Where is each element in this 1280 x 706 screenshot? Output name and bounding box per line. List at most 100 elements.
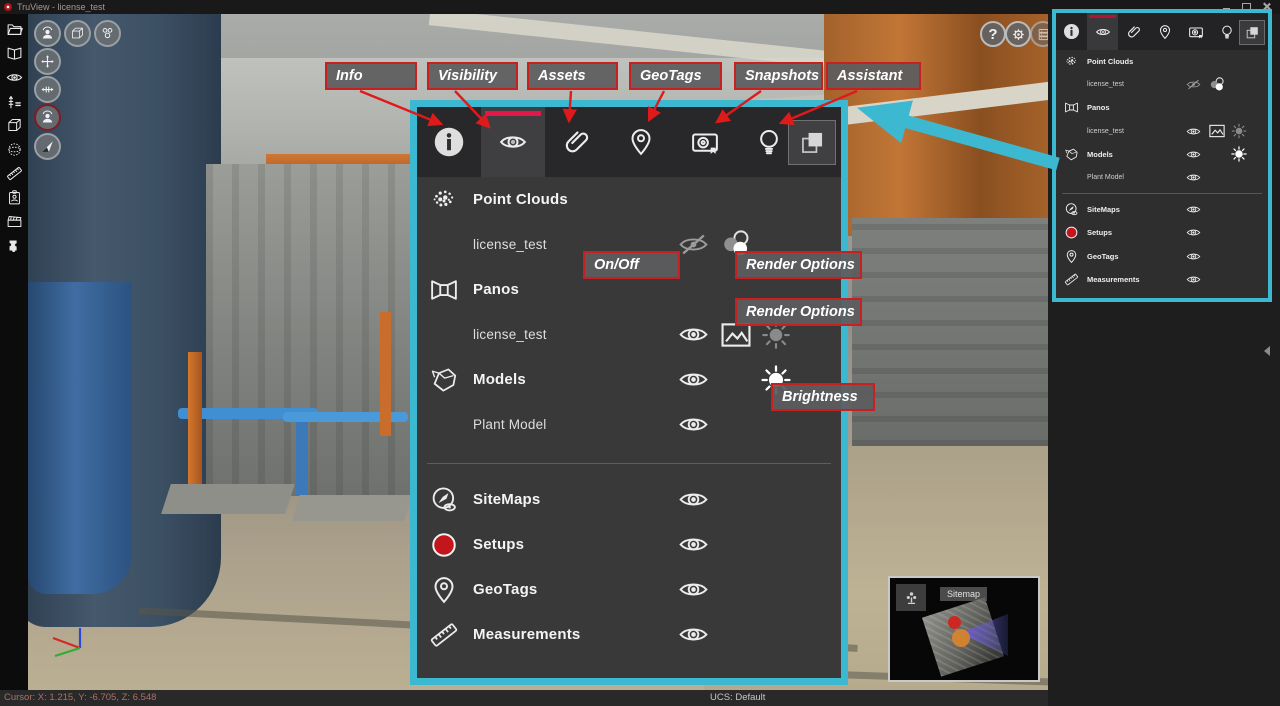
visibility-toggle-on[interactable] [1182, 225, 1204, 240]
coordinates-tool-icon[interactable] [6, 93, 23, 110]
question-icon: ? [988, 27, 997, 42]
ucs-label: UCS: Default [710, 690, 765, 706]
visibility-toggle-on[interactable] [673, 409, 713, 440]
person-icon [40, 26, 55, 41]
limit-box-icon[interactable] [6, 141, 23, 158]
row-geotags: GeoTags [417, 567, 841, 612]
tab-geotags[interactable] [1149, 13, 1180, 50]
lightbulb-icon [754, 127, 784, 157]
visibility-toggle-on[interactable] [673, 484, 713, 515]
tab-visibility[interactable] [1087, 13, 1118, 50]
eye-on-icon [678, 529, 709, 560]
eye-on-icon [1186, 272, 1201, 287]
pano-icon [1064, 100, 1079, 115]
eye-on-icon [1186, 147, 1201, 162]
tab-snapshots[interactable] [1180, 13, 1211, 50]
tab-geotags[interactable] [609, 107, 673, 177]
callout-brightness: Brightness [771, 383, 875, 411]
pano-view-icon[interactable] [6, 45, 23, 62]
tab-assets[interactable] [545, 107, 609, 177]
eye-on-icon [678, 574, 709, 605]
row-point-clouds: Point Clouds [417, 177, 841, 222]
geotag-pin-icon [1064, 249, 1079, 264]
visibility-toggle-on[interactable] [1182, 170, 1204, 185]
pano-render-options-button[interactable] [1208, 122, 1226, 140]
tab-info[interactable] [417, 107, 481, 177]
cube-mode-button[interactable] [64, 20, 91, 47]
pan-button[interactable] [34, 48, 61, 75]
ruler-icon [429, 620, 459, 650]
visibility-toggle-on[interactable] [673, 364, 713, 395]
tab-snapshots[interactable] [673, 107, 737, 177]
brightness-button[interactable] [1230, 145, 1248, 163]
undock-panel-button[interactable] [788, 120, 836, 165]
open-project-icon[interactable] [6, 21, 23, 38]
tab-assets[interactable] [1118, 13, 1149, 50]
eye-on-icon [1186, 249, 1201, 264]
visibility-toggle-on[interactable] [1182, 147, 1204, 162]
callout-render-options-pointcloud: Render Options [735, 251, 862, 279]
sitemap-minimap[interactable]: Sitemap [888, 576, 1040, 682]
camera-icon [1188, 24, 1204, 40]
callout-snapshots: Snapshots [734, 62, 823, 90]
snapshot-tool-icon[interactable] [6, 213, 23, 230]
brightness-dim-icon[interactable] [1230, 122, 1248, 140]
sitemap-select-button[interactable] [896, 584, 926, 611]
sidebar-collapse-arrow[interactable] [1264, 346, 1270, 356]
camera-icon [690, 127, 720, 157]
panel-tab-bar-mini [1056, 13, 1268, 50]
visibility-toggle-on[interactable] [673, 319, 713, 350]
rows-divider [1062, 193, 1262, 194]
visibility-toggle-on[interactable] [1182, 202, 1204, 217]
geotag-pin-icon [429, 575, 459, 605]
window-title: TruView - license_test [17, 0, 105, 14]
visibility-toggle-on[interactable] [673, 529, 713, 560]
model-icon [1064, 147, 1079, 162]
rows-divider [427, 463, 831, 464]
settings-button[interactable] [1005, 21, 1031, 47]
visibility-rows-mini: Point Clouds license_test Panos license_… [1056, 50, 1268, 291]
eye-on-icon [678, 364, 709, 395]
undock-panel-button[interactable] [1239, 20, 1265, 45]
visibility-tool-icon[interactable] [6, 69, 23, 86]
pan-horizontal-button[interactable] [34, 76, 61, 103]
measure-tool-icon[interactable] [6, 165, 23, 182]
setups-icon [429, 530, 459, 560]
help-button[interactable]: ? [980, 21, 1006, 47]
eye-on-icon [678, 484, 709, 515]
truview-app: TruView - license_test [0, 0, 1280, 706]
gear-icon [1011, 27, 1026, 42]
pano-mode-button[interactable] [34, 20, 61, 47]
multi-setup-button[interactable] [94, 20, 121, 47]
row-measurements: Measurements [417, 612, 841, 657]
eye-on-icon [1186, 225, 1201, 240]
eye-icon [1095, 24, 1111, 40]
tab-visibility[interactable] [481, 107, 545, 177]
paperclip-icon [562, 127, 592, 157]
visibility-toggle-on[interactable] [673, 574, 713, 605]
pan-horizontal-icon [40, 82, 55, 97]
info-icon [431, 124, 467, 160]
panel-tab-bar [417, 107, 841, 177]
visibility-toggle-on[interactable] [673, 619, 713, 650]
tab-info[interactable] [1056, 13, 1087, 50]
callout-on-off: On/Off [583, 251, 680, 279]
walk-mode-button-active[interactable] [34, 104, 61, 131]
ucs-axis-triad [50, 626, 96, 664]
person-icon [40, 110, 55, 125]
visibility-toggle-on[interactable] [1182, 272, 1204, 287]
visibility-toggle-on[interactable] [1182, 249, 1204, 264]
tab-assistant[interactable] [1211, 13, 1242, 50]
visibility-toggle-on[interactable] [1182, 124, 1204, 139]
orient-north-button[interactable] [34, 133, 61, 160]
render-options-button[interactable] [1208, 76, 1226, 94]
plugins-icon[interactable] [6, 237, 23, 254]
model-icon [429, 365, 459, 395]
callout-info: Info [325, 62, 417, 90]
setup-marker [948, 616, 961, 629]
view-cube-icon[interactable] [6, 117, 23, 134]
visibility-panel: Point Clouds license_test Panos license_… [1052, 9, 1272, 302]
current-position-marker [952, 629, 970, 647]
geotag-tool-icon[interactable] [6, 189, 23, 206]
visibility-toggle-off[interactable] [1182, 77, 1204, 92]
